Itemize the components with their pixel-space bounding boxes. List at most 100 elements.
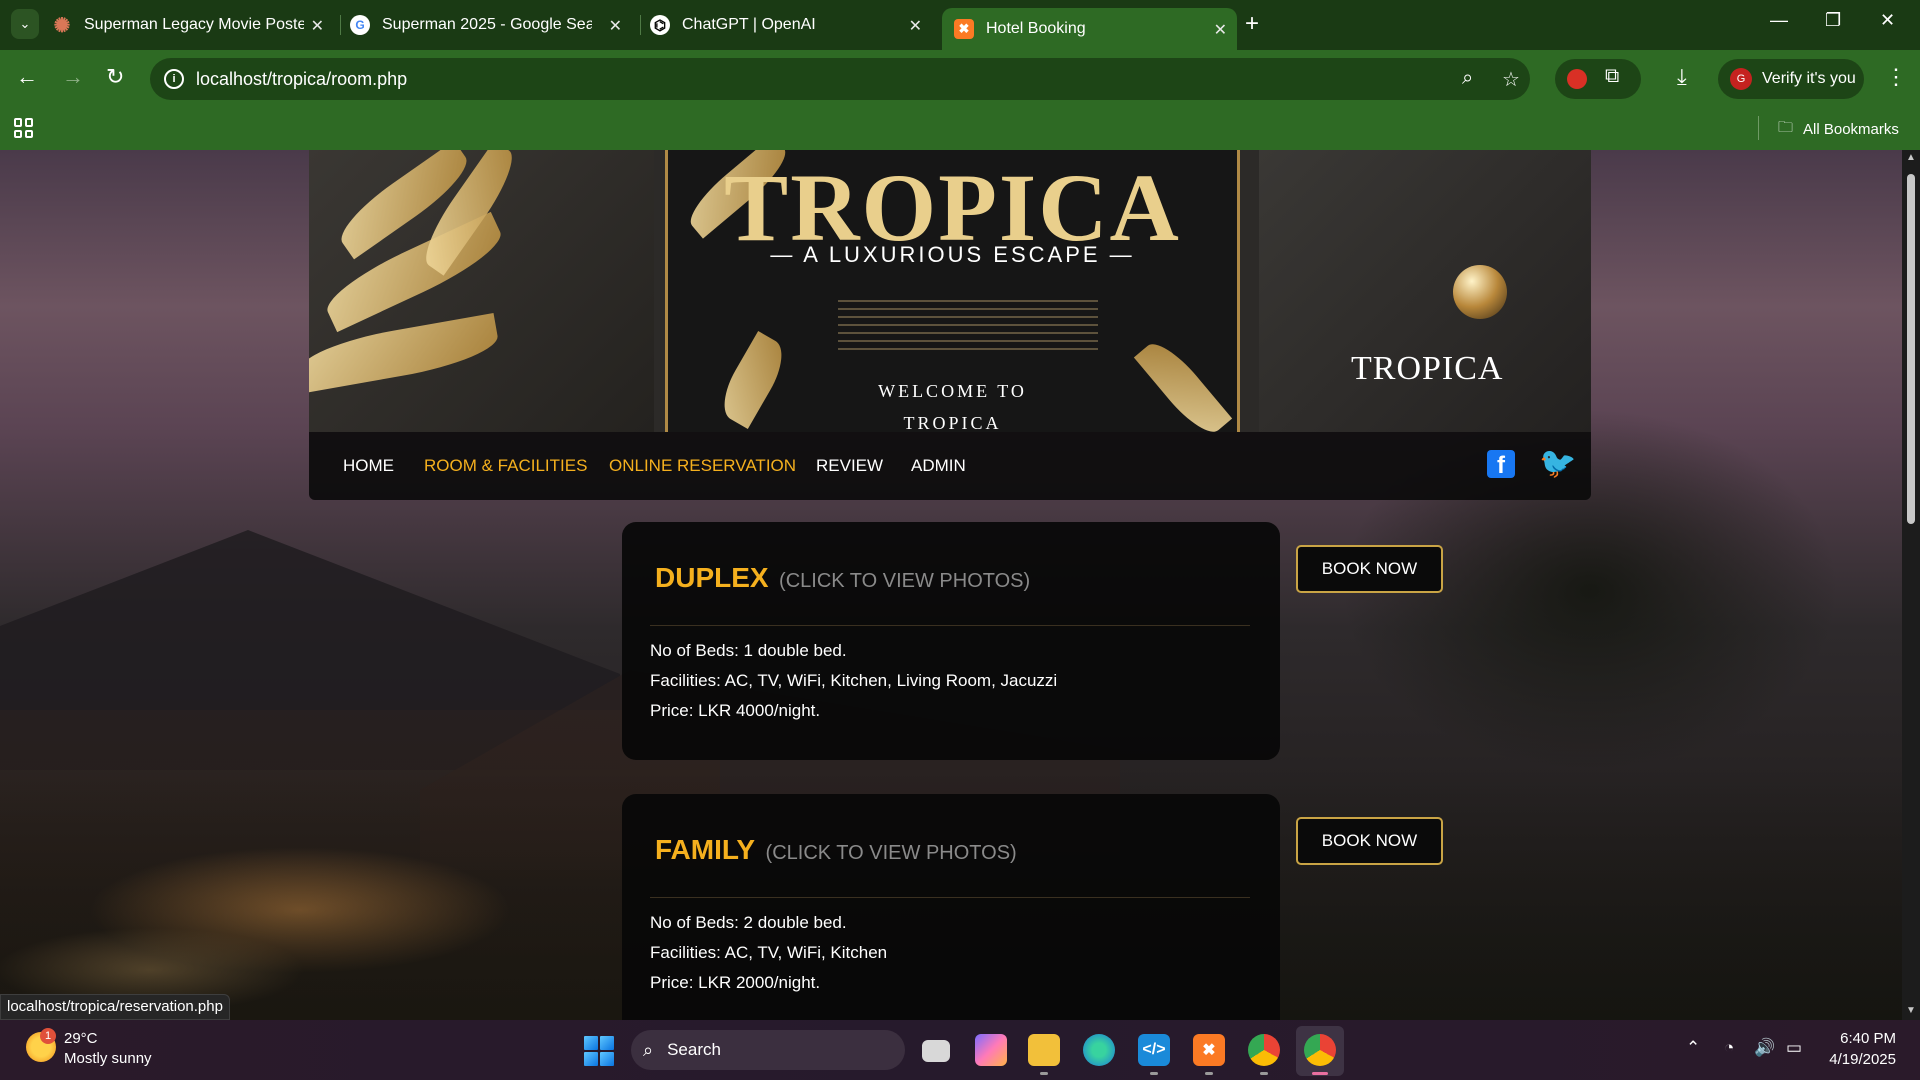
chrome-icon[interactable] <box>1248 1034 1280 1066</box>
nav-room-facilities[interactable]: ROOM & FACILITIES <box>424 456 587 476</box>
taskbar: 1 29°C Mostly sunny ⌕ Search </> ✖ ⌃ ◔ 🔊… <box>0 1020 1920 1080</box>
nav-admin[interactable]: ADMIN <box>911 456 966 476</box>
claude-icon: ✺ <box>53 14 71 37</box>
url-text[interactable]: localhost/tropica/room.php <box>196 69 407 90</box>
apps-grid-icon[interactable] <box>14 118 34 138</box>
taskbar-search[interactable]: ⌕ Search <box>631 1030 905 1070</box>
star-icon[interactable]: ☆ <box>1502 67 1520 92</box>
close-icon[interactable]: ✕ <box>311 16 324 36</box>
close-icon[interactable]: ✕ <box>1214 20 1227 40</box>
bookmarks-divider <box>1758 116 1759 140</box>
room-photo-hint: (CLICK TO VIEW PHOTOS) <box>765 842 1017 864</box>
room-name: DUPLEX <box>655 562 769 593</box>
tab-hotel-booking[interactable]: ✖ Hotel Booking ✕ <box>942 8 1237 50</box>
facebook-icon[interactable]: f <box>1487 450 1515 479</box>
clock-time[interactable]: 6:40 PM <box>1832 1030 1896 1047</box>
close-window-button[interactable]: ✕ <box>1880 10 1895 31</box>
banner-fine-print <box>838 300 1098 350</box>
address-bar[interactable]: i localhost/tropica/room.php ⌕ ☆ <box>150 58 1530 100</box>
zoom-icon[interactable]: ⌕ <box>1462 67 1473 90</box>
weather-temperature[interactable]: 29°C <box>64 1030 98 1047</box>
page-scrollbar[interactable]: ▲ ▼ <box>1902 150 1920 1020</box>
banner-right-panel <box>1259 150 1591 432</box>
nav-review[interactable]: REVIEW <box>816 456 883 476</box>
edge-icon[interactable] <box>1083 1034 1115 1066</box>
close-icon[interactable]: ✕ <box>609 16 622 36</box>
tab-google-search[interactable]: G Superman 2025 - Google Search ✕ <box>350 8 632 42</box>
arrow-left-icon: ← <box>16 64 38 89</box>
puzzle-icon[interactable]: ⧉ <box>1605 65 1619 88</box>
room-heading[interactable]: DUPLEX (CLICK TO VIEW PHOTOS) <box>655 562 1030 594</box>
site-info-icon[interactable]: i <box>164 69 184 89</box>
task-view-icon[interactable] <box>922 1040 950 1062</box>
divider <box>650 897 1250 898</box>
restore-button[interactable]: ❐ <box>1825 10 1841 31</box>
chevron-down-icon: ⌄ <box>19 16 31 31</box>
forward-button[interactable]: → <box>62 64 84 90</box>
battery-icon[interactable]: ▭ <box>1786 1038 1802 1058</box>
tab-search-button[interactable]: ⌄ <box>11 9 39 39</box>
scroll-up-icon[interactable]: ▲ <box>1906 152 1916 163</box>
scroll-thumb[interactable] <box>1907 174 1915 524</box>
volume-icon[interactable]: 🔊 <box>1754 1038 1775 1058</box>
room-beds: No of Beds: 2 double bed. <box>650 913 847 932</box>
nav-online-reservation[interactable]: ONLINE RESERVATION <box>609 456 796 476</box>
google-icon: G <box>350 15 370 35</box>
close-icon[interactable]: ✕ <box>909 16 922 36</box>
room-card-family[interactable]: FAMILY (CLICK TO VIEW PHOTOS) No of Beds… <box>622 794 1280 1020</box>
file-explorer-icon[interactable] <box>1028 1034 1060 1066</box>
link-status-bubble: localhost/tropica/reservation.php <box>0 994 230 1020</box>
welcome-line: WELCOME TO <box>878 381 1027 401</box>
back-button[interactable]: ← <box>16 64 38 90</box>
vscode-icon[interactable]: </> <box>1138 1034 1170 1066</box>
chrome-profile-icon[interactable] <box>1304 1034 1336 1066</box>
extension-icon[interactable] <box>1567 69 1587 89</box>
page-viewport: TROPICA — A LUXURIOUS ESCAPE — WELCOME T… <box>0 150 1920 1020</box>
download-icon[interactable]: ⤓ <box>1677 64 1687 90</box>
arrow-right-icon: → <box>62 64 84 89</box>
gold-orb <box>1453 265 1507 319</box>
bookmarks-bar: 🗀 All Bookmarks <box>0 108 1920 150</box>
reload-button[interactable]: ↻ <box>106 64 124 90</box>
book-now-button[interactable]: BOOK NOW <box>1296 545 1443 593</box>
copilot-icon[interactable] <box>975 1034 1007 1066</box>
search-icon: ⌕ <box>643 1039 654 1060</box>
tab-chatgpt[interactable]: ⌬ ChatGPT | OpenAI ✕ <box>650 8 932 42</box>
active-indicator <box>1312 1072 1328 1075</box>
windows-start-icon[interactable] <box>584 1036 614 1066</box>
minimize-button[interactable]: — <box>1770 10 1788 31</box>
menu-icon[interactable]: ⋮ <box>1885 64 1907 90</box>
profile-button[interactable]: G Verify it's you <box>1718 59 1864 99</box>
folder-icon: 🗀 <box>1778 119 1794 136</box>
banner-welcome: WELCOME TO TROPICA <box>668 375 1237 432</box>
profile-label: Verify it's you <box>1762 70 1856 87</box>
new-tab-button[interactable]: + <box>1245 10 1259 38</box>
tab-title: Hotel Booking <box>986 20 1086 37</box>
all-bookmarks-button[interactable]: 🗀 All Bookmarks <box>1778 117 1899 142</box>
avatar: G <box>1730 68 1752 90</box>
room-price: Price: LKR 2000/night. <box>650 973 821 992</box>
running-indicator <box>1205 1072 1213 1075</box>
weather-description[interactable]: Mostly sunny <box>64 1050 152 1067</box>
wifi-icon[interactable]: ◔ <box>1724 1038 1734 1058</box>
room-price: Price: LKR 4000/night. <box>650 701 821 720</box>
xampp-icon[interactable]: ✖ <box>1193 1034 1225 1066</box>
room-heading[interactable]: FAMILY (CLICK TO VIEW PHOTOS) <box>655 834 1017 866</box>
xampp-icon: ✖ <box>954 19 974 39</box>
room-photo-hint: (CLICK TO VIEW PHOTOS) <box>779 570 1031 592</box>
scroll-down-icon[interactable]: ▼ <box>1906 1005 1916 1016</box>
reload-icon: ↻ <box>106 64 125 89</box>
clock-date[interactable]: 4/19/2025 <box>1818 1051 1896 1068</box>
tab-superman-poster[interactable]: ✺ Superman Legacy Movie Poster ✕ <box>52 8 334 42</box>
hero-banner: TROPICA — A LUXURIOUS ESCAPE — WELCOME T… <box>309 150 1591 432</box>
tab-strip: ⌄ ✺ Superman Legacy Movie Poster ✕ G Sup… <box>0 0 1920 50</box>
browser-toolbar: ← → ↻ i localhost/tropica/room.php ⌕ ☆ ⧉… <box>0 50 1920 108</box>
room-card-duplex[interactable]: DUPLEX (CLICK TO VIEW PHOTOS) No of Beds… <box>622 522 1280 760</box>
tab-title: Superman 2025 - Google Search <box>382 16 592 33</box>
book-now-button[interactable]: BOOK NOW <box>1296 817 1443 865</box>
close-icon: ✕ <box>1880 10 1896 30</box>
twitter-icon[interactable]: 🐦 <box>1539 446 1576 481</box>
chevron-up-icon[interactable]: ⌃ <box>1686 1038 1700 1058</box>
nav-home[interactable]: HOME <box>343 456 394 476</box>
welcome-line: TROPICA <box>903 413 1002 432</box>
